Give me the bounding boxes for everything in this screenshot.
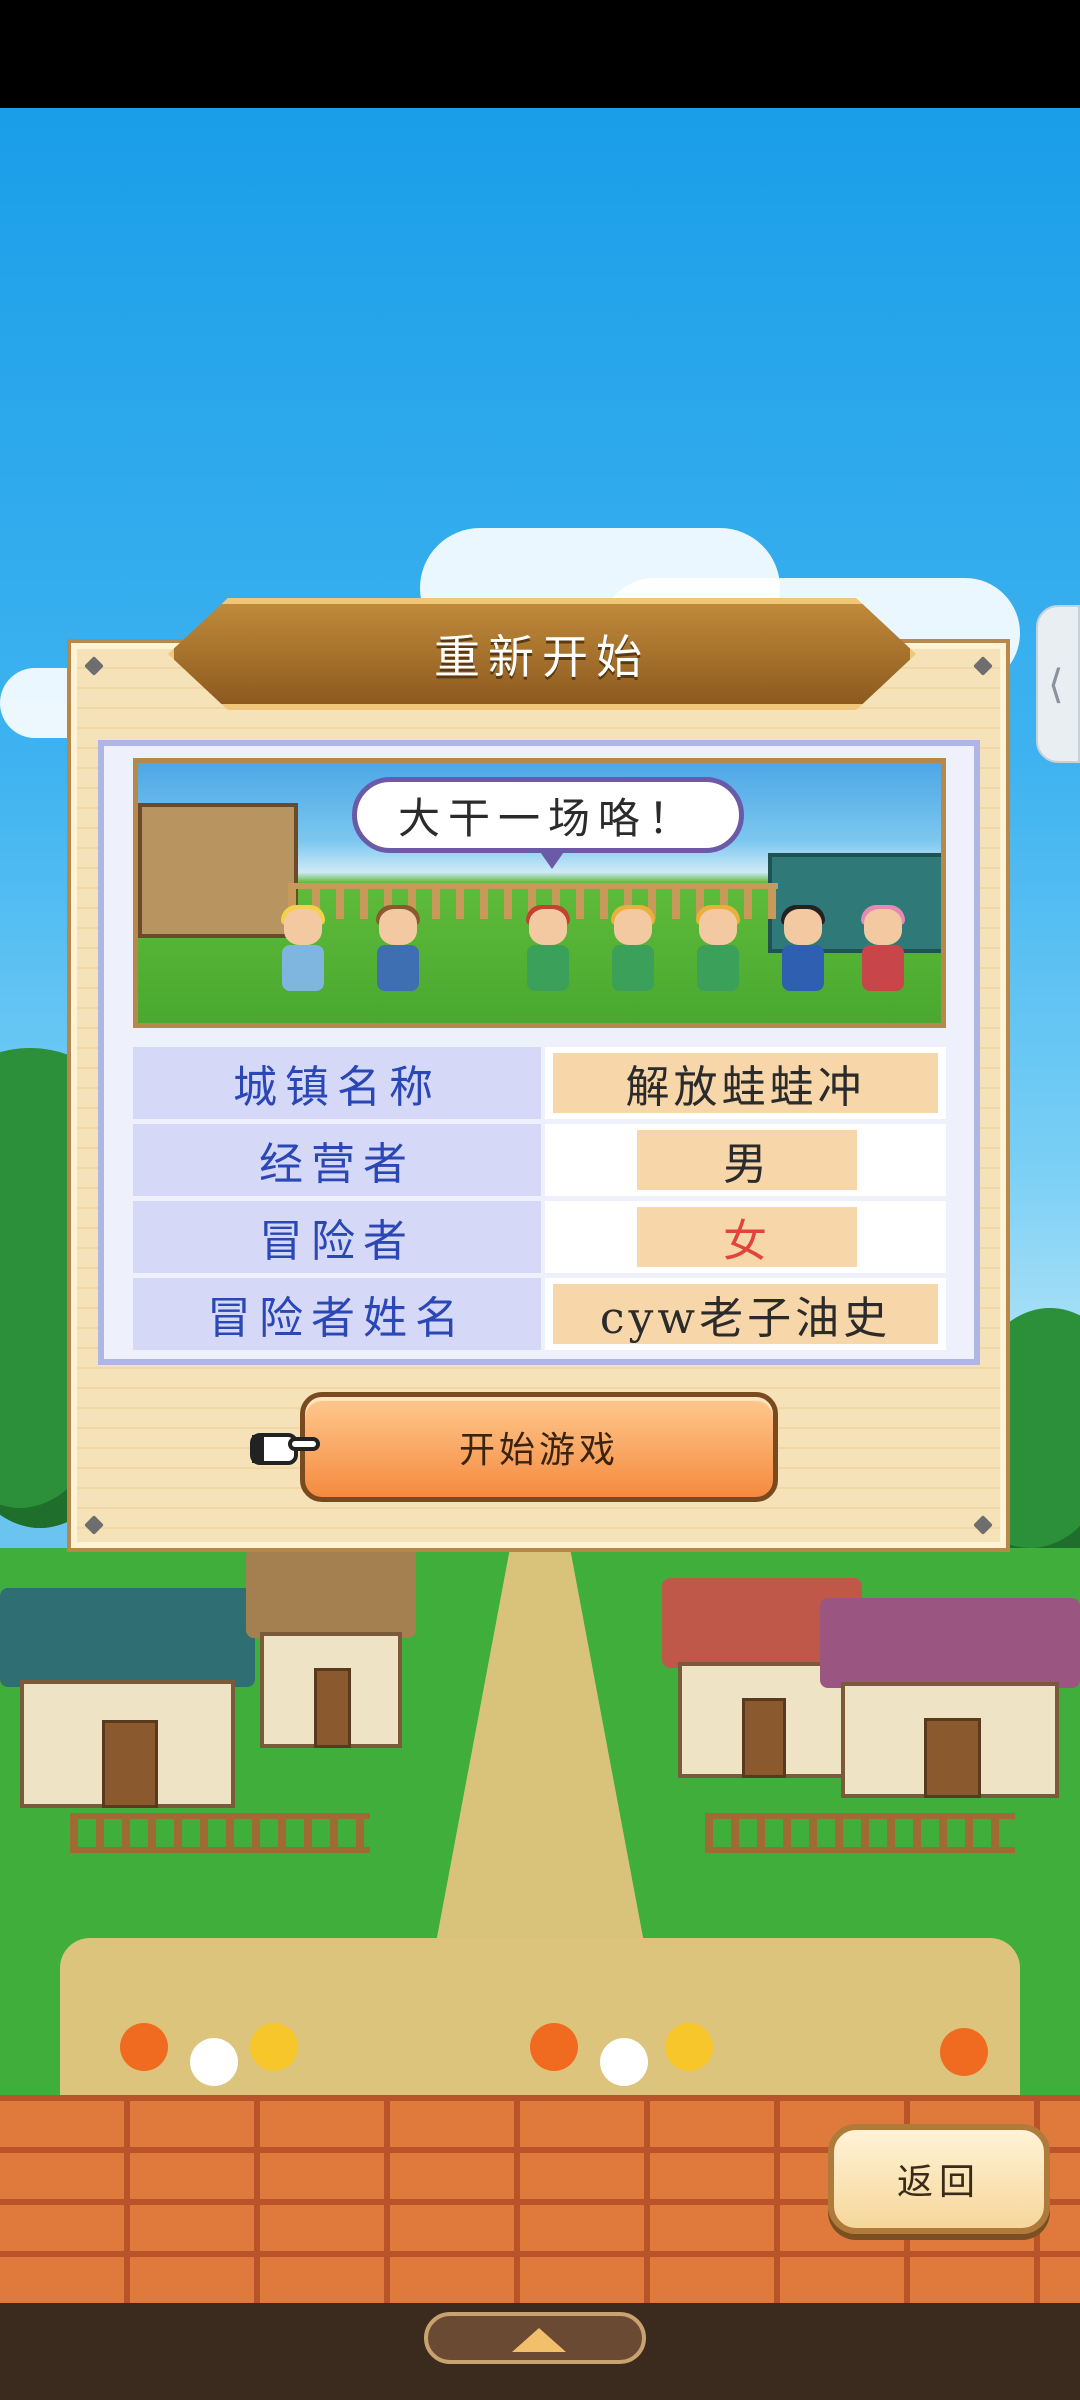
row-value-cell: 男	[545, 1124, 946, 1196]
row-label: 城镇名称	[133, 1047, 541, 1119]
town-name-row[interactable]: 城镇名称 解放蛙蛙冲	[133, 1047, 946, 1119]
start-game-button[interactable]: 开始游戏	[300, 1392, 778, 1502]
row-value-cell: 女	[545, 1201, 946, 1273]
row-label: 冒险者姓名	[133, 1278, 541, 1350]
speech-bubble: 大干一场咯！	[352, 777, 744, 853]
status-bar	[0, 0, 1080, 108]
villager	[693, 905, 743, 997]
adventurer-row[interactable]: 冒险者 女	[133, 1201, 946, 1273]
town-banner: 大干一场咯！	[133, 758, 946, 1028]
row-value-cell: 解放蛙蛙冲	[545, 1047, 946, 1119]
adventurer-name-value[interactable]: cyw老子油史	[553, 1284, 938, 1344]
dialog-title: 重新开始	[434, 630, 650, 684]
villager	[608, 905, 658, 997]
adventurer-gender-value[interactable]: 女	[637, 1207, 857, 1267]
manager-gender-value[interactable]: 男	[637, 1130, 857, 1190]
adventurer-name-row[interactable]: 冒险者姓名 cyw老子油史	[133, 1278, 946, 1350]
row-label: 经营者	[133, 1124, 541, 1196]
row-label: 冒险者	[133, 1201, 541, 1273]
row-value-cell: cyw老子油史	[545, 1278, 946, 1350]
chevron-left-icon: ⟨	[1048, 662, 1064, 708]
villager	[858, 905, 908, 997]
villager	[778, 905, 828, 997]
villager	[373, 905, 423, 997]
villager	[278, 905, 328, 997]
back-button[interactable]: 返回	[828, 2124, 1050, 2234]
hand-pointer-icon	[250, 1433, 320, 1465]
side-panel-handle[interactable]: ⟨	[1036, 605, 1080, 763]
manager-row[interactable]: 经营者 男	[133, 1124, 946, 1196]
villager	[523, 905, 573, 997]
speech-bubble-tail	[538, 849, 566, 869]
bottom-up-tab[interactable]	[424, 2312, 646, 2364]
triangle-up-icon	[512, 2328, 566, 2352]
town-name-value[interactable]: 解放蛙蛙冲	[553, 1053, 938, 1113]
